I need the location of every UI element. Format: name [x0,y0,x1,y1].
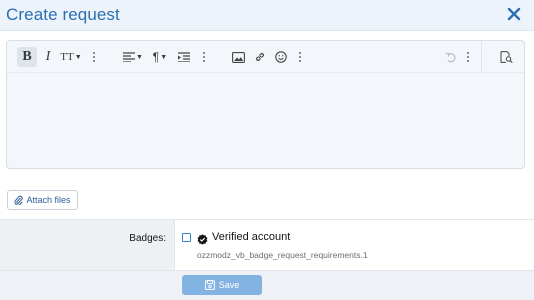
caret-down-icon: ▼ [136,53,143,61]
toolbar-divider [481,41,482,72]
attach-files-button[interactable]: Attach files [7,190,78,210]
font-size-icon: TT [60,51,74,63]
save-label: Save [218,280,240,290]
indent-button[interactable] [176,47,192,67]
more-icon [203,52,205,62]
image-icon [231,51,245,63]
more-options-button[interactable] [199,47,209,67]
more-icon [467,52,469,62]
indent-icon [178,52,190,62]
insert-image-button[interactable] [230,47,246,67]
caret-down-icon: ▼ [74,53,82,61]
verified-account-checkbox[interactable] [182,233,191,242]
font-size-button[interactable]: TT ▼ [59,47,83,67]
save-icon [204,280,215,290]
form-label-column: Badges: [0,220,175,271]
badges-form-row: Badges: [0,219,534,271]
more-options-button[interactable] [295,47,305,67]
editor-toolbar: B I TT ▼ ▼ ¶ ▼ [7,41,524,73]
attach-files-label: Attach files [26,195,71,205]
insert-link-button[interactable] [252,47,268,67]
editor-content-area[interactable] [7,74,524,168]
paragraph-icon: ¶ [152,50,160,64]
close-icon[interactable] [506,6,522,22]
undo-button[interactable] [443,47,459,67]
dialog-header: Create request [0,0,534,31]
emoji-icon [275,51,287,63]
link-icon [255,52,265,62]
bold-button[interactable]: B [17,47,37,67]
insert-emoji-button[interactable] [273,47,289,67]
more-icon [93,52,95,62]
verified-badge-icon [197,232,208,245]
preview-button[interactable] [497,47,515,67]
more-options-button[interactable] [89,47,99,67]
undo-icon [445,52,456,62]
align-icon [123,52,136,62]
caret-down-icon: ▼ [160,53,168,61]
paragraph-button[interactable]: ¶ ▼ [149,47,171,67]
preview-icon [500,51,513,63]
italic-button[interactable]: I [40,47,56,67]
badges-label: Badges: [129,233,166,244]
paperclip-icon [15,195,24,205]
align-button[interactable]: ▼ [121,47,145,67]
rich-text-editor[interactable]: B I TT ▼ ▼ ¶ ▼ [6,40,525,169]
dialog-title: Create request [6,5,120,24]
more-options-button[interactable] [463,47,473,67]
verified-account-label[interactable]: Verified account [212,231,290,243]
more-icon [299,52,301,62]
save-button[interactable]: Save [182,275,262,295]
dialog-footer: Save [0,270,534,300]
badge-requirements-hint: ozzmodz_vb_badge_request_requirements.1 [197,250,368,260]
